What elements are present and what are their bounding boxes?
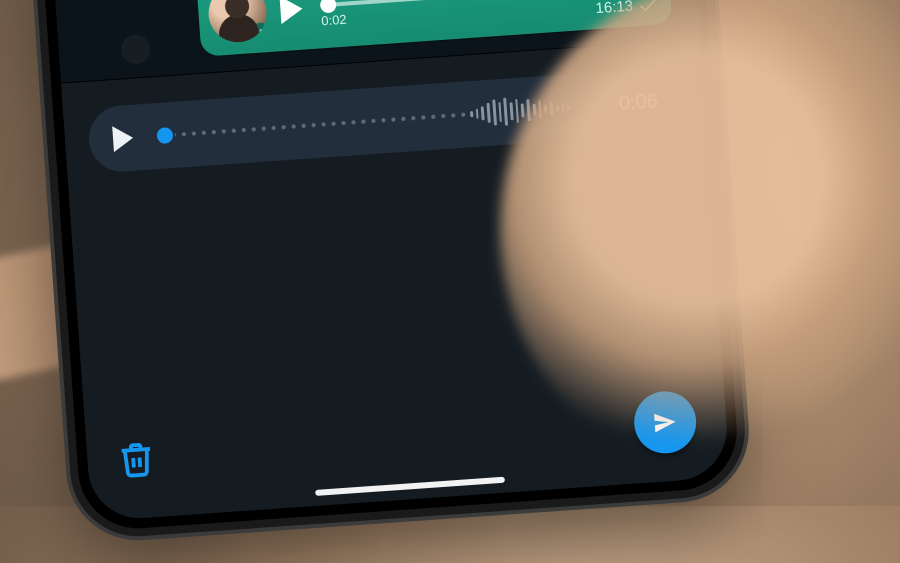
- waveform-bar: [492, 99, 497, 125]
- delete-draft-button[interactable]: [116, 439, 157, 480]
- waveform-bar: [476, 109, 479, 119]
- message-time: 16:13: [595, 0, 634, 17]
- waveform-bar: [515, 99, 519, 123]
- phone-frame: Hoje 0:02 16:13: [39, 0, 741, 532]
- waveform-bar: [567, 105, 570, 109]
- voice-progress-track[interactable]: 0:02: [319, 0, 581, 21]
- paper-plane-icon: [650, 407, 680, 437]
- voice-elapsed-label: 0:02: [321, 12, 347, 29]
- voice-progress-line: [320, 0, 580, 7]
- waveform-bar: [538, 100, 542, 118]
- message-meta: 16:13: [595, 0, 658, 17]
- draft-play-button[interactable]: [112, 125, 134, 152]
- waveform-bar: [526, 99, 530, 121]
- draft-duration-label: 0:06: [603, 90, 658, 117]
- waveform-bar: [487, 103, 491, 123]
- sender-avatar: [207, 0, 269, 44]
- voice-draft-player: 0:06: [87, 67, 682, 174]
- mic-badge: [249, 22, 268, 44]
- check-icon: [639, 0, 658, 13]
- waveform-bar: [533, 104, 537, 116]
- waveform-bar: [556, 105, 559, 111]
- draft-progress-knob[interactable]: [156, 127, 173, 144]
- waveform-bar: [544, 105, 547, 113]
- waveform-bar: [561, 103, 564, 113]
- waveform-bar: [481, 106, 485, 120]
- waveform-bar: [550, 101, 554, 115]
- voice-recorder-panel: 0:06: [61, 38, 730, 522]
- recorder-actions-row: [85, 387, 728, 493]
- waveform-bar: [510, 102, 514, 120]
- draft-progress-track[interactable]: [150, 86, 588, 156]
- play-button[interactable]: [280, 0, 304, 24]
- draft-waveform: [469, 93, 571, 128]
- waveform-bar: [498, 102, 502, 122]
- waveform-bar: [521, 103, 525, 117]
- voice-progress-knob[interactable]: [320, 0, 337, 13]
- home-indicator[interactable]: [315, 477, 505, 496]
- phone-screen: Hoje 0:02 16:13: [50, 0, 730, 522]
- send-button[interactable]: [632, 389, 698, 455]
- draft-progress-dots: [169, 112, 467, 137]
- waveform-bar: [503, 98, 508, 126]
- waveform-bar: [470, 111, 473, 117]
- mic-icon: [254, 27, 268, 41]
- trash-icon: [116, 439, 157, 480]
